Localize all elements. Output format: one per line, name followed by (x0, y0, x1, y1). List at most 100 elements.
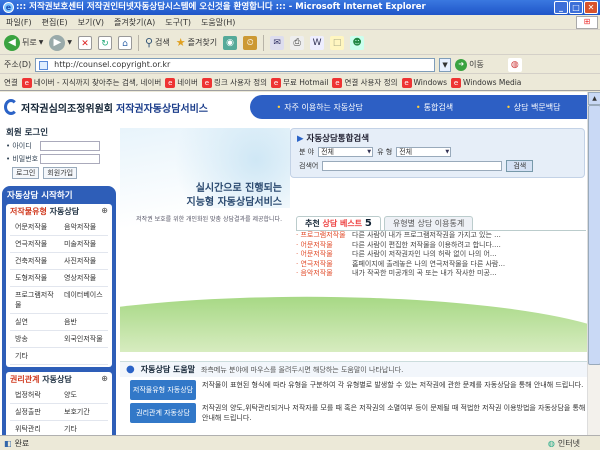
discuss-icon[interactable]: □ (330, 35, 345, 50)
keyword-input[interactable] (322, 161, 503, 171)
go-button[interactable]: ➜ 이동 (455, 58, 484, 71)
link-naver-search[interactable]: e 네이버 - 지식까지 찾아주는 검색, 네이버 (21, 77, 161, 88)
addon-icon[interactable]: ◍ (507, 57, 522, 72)
rights-item[interactable]: 기타 (59, 421, 108, 435)
menu-tools[interactable]: 도구(T) (165, 17, 191, 28)
mail-icon[interactable]: ✉ (270, 35, 285, 50)
menu-favorites[interactable]: 즐겨찾기(A) (114, 17, 155, 28)
works-item[interactable]: 실연 (10, 314, 59, 331)
works-item[interactable]: 기타 (10, 348, 59, 365)
works-item[interactable]: 사진저작물 (59, 253, 108, 270)
works-item[interactable]: 연극저작물 (10, 236, 59, 253)
stop-icon[interactable]: ✕ (77, 35, 92, 50)
scroll-up-icon[interactable]: ▲ (588, 92, 600, 105)
works-item[interactable]: 미술저작물 (59, 236, 108, 253)
rights-category-title: 권리관계 자동상담 ⊕ (10, 374, 108, 384)
rights-item[interactable]: 위탁관리 (10, 421, 59, 435)
media-icon[interactable]: ◉ (223, 35, 238, 50)
link-naver[interactable]: e 네이버 (165, 77, 198, 88)
works-item[interactable]: 데이터베이스 (59, 287, 108, 314)
rights-item[interactable]: 양도 (59, 387, 108, 404)
back-button[interactable]: ◀ 뒤로 ▼ (4, 34, 43, 51)
edit-icon[interactable]: W (310, 35, 325, 50)
hero-subtext: 저작권 보호를 위한 개인화된 맞춤 상담결과를 제공합니다. (136, 216, 282, 223)
best-item[interactable]: · 어문저작물 다른 사람이 저작권자인 나의 허락 없이 나의 어... (296, 250, 586, 260)
vertical-scrollbar[interactable]: ▲ (587, 92, 600, 435)
rights-item[interactable]: 법정허락 (10, 387, 59, 404)
link-windows[interactable]: e Windows (401, 77, 447, 88)
top-navigation: 자주 이용하는 자동상담 통합검색 상담 백문백답 (250, 95, 587, 119)
page-viewport: 저작권심의조정위원회 저작권자동상담서비스 자주 이용하는 자동상담 통합검색 … (0, 92, 587, 435)
help-header: ● 자동상담 도움말 좌측메뉴 분야에 마우스를 올려두시면 해당하는 도움말이… (120, 362, 587, 377)
works-item[interactable]: 프로그램저작물 (10, 287, 59, 314)
menu-view[interactable]: 보기(V) (78, 17, 104, 28)
plus-icon[interactable]: ⊕ (101, 206, 108, 215)
chevron-down-icon: ▼ (67, 39, 72, 46)
plus-icon[interactable]: ⊕ (101, 374, 108, 383)
home-icon[interactable]: ⌂ (117, 35, 132, 50)
site-logo[interactable]: 저작권심의조정위원회 저작권자동상담서비스 (4, 99, 208, 115)
link-windows-media[interactable]: e Windows Media (451, 77, 521, 88)
menu-help[interactable]: 도움말(H) (201, 17, 235, 28)
works-item[interactable]: 건축저작물 (10, 253, 59, 270)
best-item[interactable]: · 프로그램저작물 다른 사람이 내가 프로그램저작권을 가지고 있는 ... (296, 231, 586, 241)
login-button[interactable]: 로그인 (12, 167, 40, 179)
refresh-icon[interactable]: ↻ (97, 35, 112, 50)
tab-statistics[interactable]: 유형별 상담 이용통계 (383, 216, 474, 230)
works-item[interactable]: 음악저작물 (59, 219, 108, 236)
rights-list: 법정허락 양도 실정출판 보호기간 위탁관리 기타 (10, 387, 108, 435)
join-button[interactable]: 회원가입 (43, 167, 78, 179)
rights-item[interactable]: 보호기간 (59, 404, 108, 421)
works-item[interactable]: 음반 (59, 314, 108, 331)
menu-edit[interactable]: 편집(E) (42, 17, 68, 28)
history-icon[interactable]: ⏲ (243, 35, 258, 50)
password-input[interactable] (40, 154, 100, 164)
help-panel: ● 자동상담 도움말 좌측메뉴 분야에 마우스를 올려두시면 해당하는 도움말이… (120, 361, 587, 435)
logo-sub-text: 저작권자동상담서비스 (116, 103, 208, 115)
forward-button[interactable]: ▶ ▼ (49, 34, 72, 51)
link-custom-links[interactable]: e 링크 사용자 정의 (201, 77, 267, 88)
print-icon[interactable]: ⎙ (290, 35, 305, 50)
topnav-search[interactable]: 통합검색 (416, 102, 453, 113)
topnav-frequent[interactable]: 자주 이용하는 자동상담 (277, 102, 363, 113)
search-submit-button[interactable]: 검색 (506, 160, 534, 172)
maximize-button[interactable]: □ (569, 1, 583, 14)
scroll-thumb[interactable] (588, 105, 600, 365)
best-item[interactable]: · 음악저작물 내가 작곡한 미공개의 곡 또는 내가 작사한 미공... (296, 269, 586, 279)
works-item[interactable]: 외국인저작물 (59, 331, 108, 348)
works-item[interactable]: 도형저작물 (10, 270, 59, 287)
pw-label: • 비밀번호 (6, 155, 39, 163)
minimize-button[interactable]: _ (554, 1, 568, 14)
works-item[interactable]: 방송 (10, 331, 59, 348)
address-input[interactable]: http://counsel.copyright.or.kr (35, 57, 436, 72)
works-item[interactable]: 어문저작물 (10, 219, 59, 236)
help-icon: ● (126, 364, 135, 375)
status-text: 완료 (14, 438, 30, 448)
search-button[interactable]: ⚲ 검색 (145, 36, 170, 49)
works-item[interactable]: 영상저작물 (59, 270, 108, 287)
menu-file[interactable]: 파일(F) (6, 17, 32, 28)
tab-best[interactable]: 추천 상담 베스트 5 (296, 216, 381, 230)
leftnav-title: 자동상담 시작하기 (7, 191, 73, 201)
link-hotmail[interactable]: e 무료 Hotmail (271, 77, 328, 88)
address-dropdown[interactable]: ▼ (439, 57, 452, 72)
left-navigation: 자동상담 시작하기 저작물유형 자동상담 ⊕ 어문저작물 음악저작물 연극저작물 … (2, 186, 116, 435)
link-icon: e (165, 77, 176, 88)
best-item[interactable]: · 연극저작물 홈페이지에 출레놓은 나의 연극저작물을 다른 사람... (296, 260, 586, 270)
topnav-faq[interactable]: 상담 백문백답 (506, 102, 561, 113)
help-row: 권리관계 자동상담 저작권의 양도,위탁관리되거나 저작자를 모를 때 혹은 저… (120, 403, 587, 423)
login-panel: 회원 로그인 • 아이디 • 비밀번호 로그인 회원가입 (2, 126, 113, 179)
help-label: 권리관계 자동상담 (130, 403, 196, 423)
favorites-button[interactable]: ★ 즐겨찾기 (176, 36, 217, 49)
messenger-icon[interactable]: ☻ (350, 35, 365, 50)
link-customize[interactable]: e 연결 사용자 정의 (332, 77, 398, 88)
id-input[interactable] (40, 141, 100, 151)
close-button[interactable]: ✕ (584, 1, 598, 14)
id-label: • 아이디 (6, 142, 32, 150)
type-select[interactable]: 전체 (396, 147, 452, 157)
rights-item[interactable]: 실정출판 (10, 404, 59, 421)
best-item[interactable]: · 어문저작물 다른 사람이 편집한 저작물을 이용하려고 합니다.... (296, 241, 586, 251)
hero-tagline: 실시간으로 진행되는 지능형 자동상담서비스 (186, 183, 282, 208)
field-select[interactable]: 전체 (318, 147, 374, 157)
works-category-card: 저작물유형 자동상담 ⊕ 어문저작물 음악저작물 연극저작물 미술저작물 건축저작… (6, 204, 112, 367)
